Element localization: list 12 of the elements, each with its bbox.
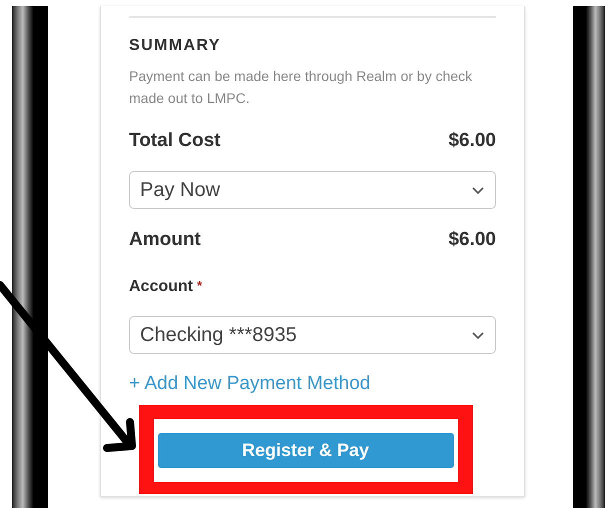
chevron-down-icon: [471, 186, 485, 194]
chevron-down-icon: [471, 330, 485, 340]
account-select[interactable]: Checking ***8935: [129, 316, 496, 354]
total-cost-label: Total Cost: [129, 130, 220, 152]
payment-note: Payment can be made here through Realm or by check made out to LMPC.: [129, 67, 474, 108]
payment-option-select[interactable]: Pay Now: [129, 171, 496, 209]
amount-label: Amount: [129, 229, 201, 251]
total-cost-value: $6.00: [448, 130, 496, 152]
required-mark: *: [197, 278, 202, 293]
amount-value: $6.00: [448, 229, 496, 251]
account-label: Account *: [129, 278, 202, 296]
section-heading: SUMMARY: [129, 37, 222, 55]
